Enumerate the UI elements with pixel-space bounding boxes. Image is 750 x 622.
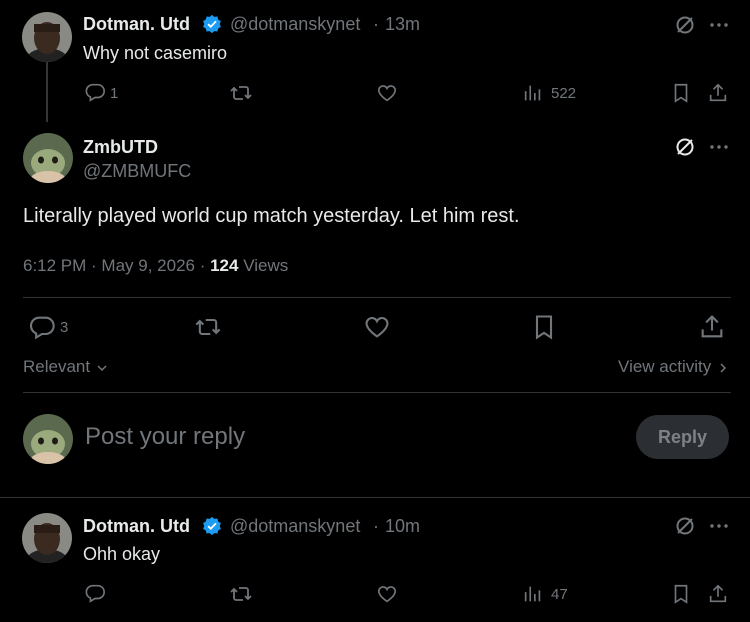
share-icon[interactable] (698, 313, 726, 341)
author-handle[interactable]: @dotmanskynet (230, 516, 360, 537)
view-count: 124 (210, 256, 239, 275)
dot-separator: · (373, 516, 379, 536)
retweet-icon[interactable] (229, 81, 253, 105)
reply-icon[interactable] (84, 81, 106, 103)
views-icon[interactable] (522, 583, 544, 605)
dot-separator: · (373, 14, 379, 34)
view-count: 522 (551, 85, 577, 102)
view-activity-label: View activity (618, 357, 712, 376)
author-name[interactable]: Dotman. Utd (83, 14, 190, 35)
post-time[interactable]: 10m (385, 516, 420, 537)
more-icon[interactable] (707, 13, 731, 37)
verified-badge-icon (203, 516, 221, 536)
views-icon[interactable] (522, 82, 544, 104)
chevron-down-icon (97, 364, 107, 371)
author-handle[interactable]: @ZMBMUFC (83, 161, 191, 182)
post-text: Why not casemiro (83, 43, 228, 63)
thread-connector (46, 62, 48, 122)
views-label: Views (238, 256, 289, 275)
reply-icon[interactable] (84, 582, 106, 604)
avatar[interactable] (22, 12, 72, 62)
divider (23, 392, 731, 393)
more-icon[interactable] (707, 135, 731, 159)
view-count: 47 (551, 586, 568, 603)
bookmark-icon[interactable] (530, 313, 558, 341)
chevron-right-icon (720, 362, 727, 373)
retweet-icon[interactable] (229, 582, 253, 606)
retweet-icon[interactable] (193, 313, 223, 341)
avatar[interactable] (23, 414, 73, 464)
author-handle[interactable]: @dotmanskynet (230, 14, 360, 35)
view-activity-link[interactable]: View activity (618, 357, 728, 377)
author-name[interactable]: ZmbUTD (83, 137, 158, 158)
post-timestamp[interactable]: 6:12 PM · May 9, 2026 · (23, 256, 210, 275)
like-icon[interactable] (376, 583, 398, 605)
post-text: Literally played world cup match yesterd… (23, 205, 520, 227)
bookmark-icon[interactable] (670, 583, 692, 605)
grok-icon[interactable] (673, 514, 697, 538)
author-name[interactable]: Dotman. Utd (83, 516, 190, 537)
more-icon[interactable] (707, 514, 731, 538)
bookmark-icon[interactable] (670, 82, 692, 104)
divider (23, 297, 731, 298)
grok-icon[interactable] (673, 135, 697, 159)
reply-count: 3 (60, 319, 69, 336)
like-icon[interactable] (363, 313, 391, 341)
avatar[interactable] (22, 513, 72, 563)
grok-icon[interactable] (673, 13, 697, 37)
post-time[interactable]: 13m (385, 14, 420, 35)
post-meta: 6:12 PM · May 9, 2026 · 124 Views (23, 256, 288, 276)
share-icon[interactable] (707, 82, 729, 104)
reply-input[interactable]: Post your reply (85, 423, 245, 451)
divider (0, 497, 750, 498)
sort-dropdown[interactable]: Relevant (23, 357, 108, 377)
reply-button[interactable]: Reply (636, 415, 729, 459)
reply-button-label: Reply (657, 426, 708, 447)
sort-label: Relevant (23, 357, 91, 376)
verified-badge-icon (203, 14, 221, 34)
like-icon[interactable] (376, 82, 398, 104)
share-icon[interactable] (707, 583, 729, 605)
reply-count: 1 (110, 85, 119, 102)
avatar[interactable] (23, 133, 73, 183)
post-text: Ohh okay (83, 544, 161, 564)
reply-icon[interactable] (28, 313, 56, 341)
